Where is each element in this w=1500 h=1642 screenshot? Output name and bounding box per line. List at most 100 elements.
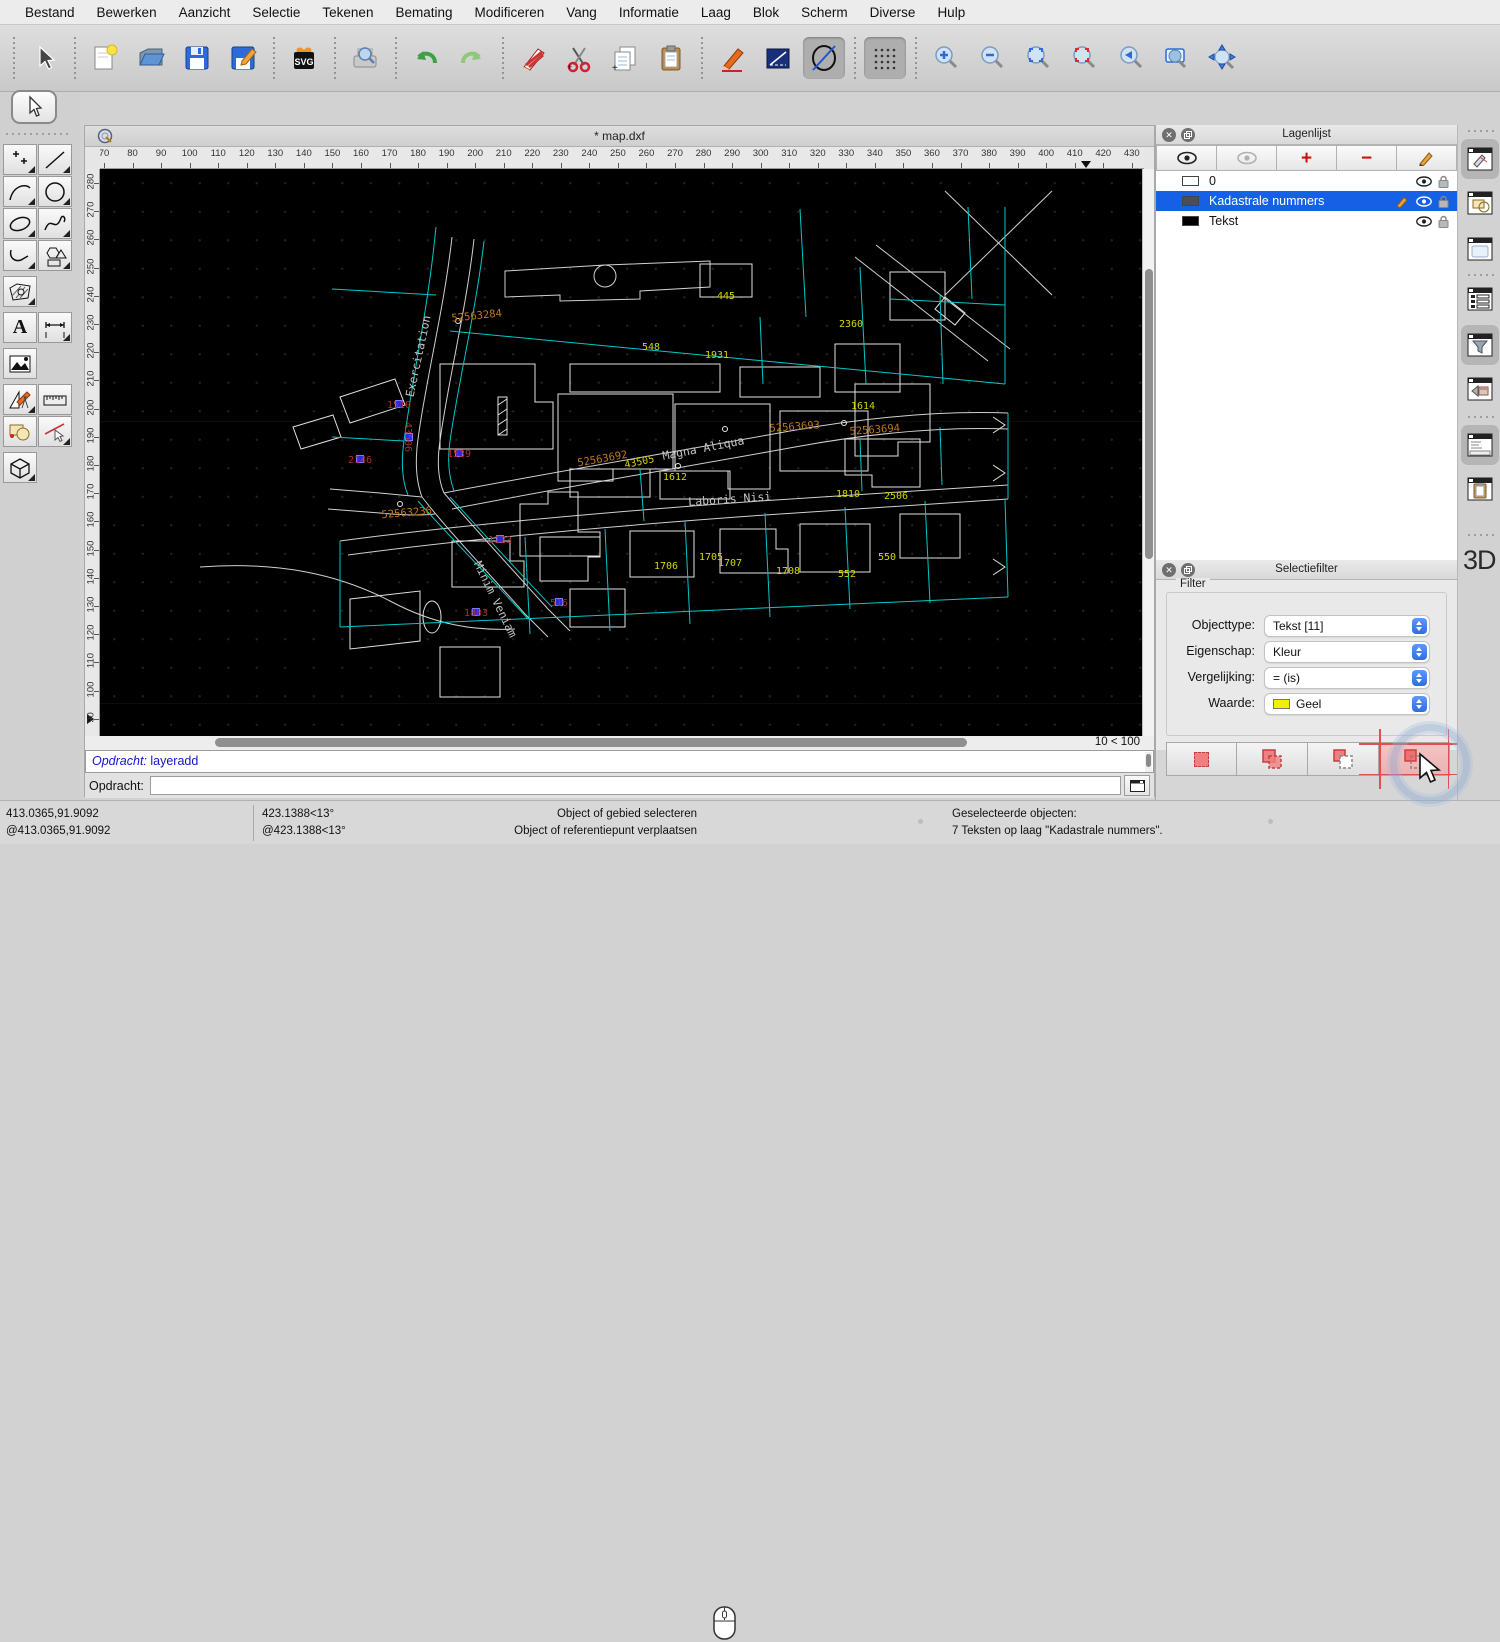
zoom-selection-button[interactable]: [1063, 37, 1105, 79]
zoom-window-button[interactable]: [1155, 37, 1197, 79]
solid-3d-tool-button[interactable]: [3, 452, 37, 483]
filter-dropdown[interactable]: Kleur: [1264, 641, 1430, 663]
command-window-toggle-button[interactable]: [1124, 775, 1150, 796]
scrollbar-thumb[interactable]: [215, 738, 967, 747]
cut-button[interactable]: +: [558, 37, 600, 79]
add-to-selection-button[interactable]: [1237, 742, 1308, 776]
layer-lock-icon[interactable]: [1438, 195, 1449, 208]
3d-panel-toggle[interactable]: 3D: [1463, 545, 1496, 576]
dimension-tool-button[interactable]: [38, 312, 72, 343]
hide-all-layers-button[interactable]: [1217, 145, 1277, 171]
add-layer-button[interactable]: +: [1277, 145, 1337, 171]
history-scrollbar[interactable]: [1145, 752, 1152, 772]
draw-pencil-button[interactable]: [711, 37, 753, 79]
paste-button[interactable]: [650, 37, 692, 79]
canvas-horizontal-scrollbar[interactable]: [85, 736, 1154, 750]
menu-item-tekenen[interactable]: Tekenen: [311, 0, 384, 25]
shape-tool-button[interactable]: [38, 240, 72, 271]
edit-layer-button[interactable]: [1397, 145, 1457, 171]
block-list-toggle[interactable]: [1464, 187, 1496, 219]
list-view-toggle[interactable]: [1464, 283, 1496, 315]
selection-filter-toggle[interactable]: [1461, 325, 1499, 365]
menu-item-modificeren[interactable]: Modificeren: [464, 0, 556, 25]
layer-visibility-icon[interactable]: [1416, 176, 1432, 187]
layer-lock-icon[interactable]: [1438, 175, 1449, 188]
pan-button[interactable]: [1201, 37, 1243, 79]
spline-tool-button[interactable]: [38, 208, 72, 239]
menu-item-bemating[interactable]: Bemating: [384, 0, 463, 25]
drawing-canvas[interactable]: 4452360548193116144350516121810250617051…: [100, 169, 1144, 736]
select-all-matching-button[interactable]: [1166, 742, 1237, 776]
hatch-tool-button[interactable]: [3, 276, 37, 307]
filter-dropdown[interactable]: Tekst [11]: [1264, 615, 1430, 637]
view-toggle[interactable]: [1464, 373, 1496, 405]
ellipse-tool-button[interactable]: [3, 208, 37, 239]
h-ruler-label: 120: [239, 148, 255, 159]
info-tool-button[interactable]: [3, 416, 37, 447]
menu-item-informatie[interactable]: Informatie: [608, 0, 690, 25]
menu-item-bewerken[interactable]: Bewerken: [86, 0, 168, 25]
open-file-button[interactable]: [130, 37, 172, 79]
menu-item-aanzicht[interactable]: Aanzicht: [168, 0, 242, 25]
print-preview-button[interactable]: [344, 37, 386, 79]
command-input[interactable]: [150, 776, 1121, 795]
menu-item-hulp[interactable]: Hulp: [926, 0, 976, 25]
circle-tool-button[interactable]: [38, 176, 72, 207]
command-line-toggle[interactable]: [1461, 425, 1499, 465]
remove-from-selection-button[interactable]: [1308, 742, 1379, 776]
layer-row[interactable]: 0: [1156, 171, 1457, 191]
image-tool-button[interactable]: [3, 348, 37, 379]
zoom-previous-button[interactable]: [1109, 37, 1151, 79]
copy-button[interactable]: +: [604, 37, 646, 79]
pointer-tool-button[interactable]: [23, 37, 65, 79]
svg-export-button[interactable]: SVG: [283, 37, 325, 79]
palette-drag-handle[interactable]: [4, 132, 70, 138]
measure-tool-button[interactable]: [38, 384, 72, 415]
menu-item-laag[interactable]: Laag: [690, 0, 742, 25]
remove-layer-button[interactable]: −: [1337, 145, 1397, 171]
layer-visibility-icon[interactable]: [1416, 216, 1432, 227]
modify-tool-button[interactable]: [3, 384, 37, 415]
point-tool-button[interactable]: [3, 144, 37, 175]
arc-tool-button[interactable]: [3, 176, 37, 207]
clipboard-panel-toggle[interactable]: [1464, 473, 1496, 505]
zoom-auto-button[interactable]: [1017, 37, 1059, 79]
grid-toggle-button[interactable]: [864, 37, 906, 79]
undo-button[interactable]: [405, 37, 447, 79]
filter-dropdown[interactable]: Geel: [1264, 693, 1430, 715]
property-editor-toggle[interactable]: [1461, 139, 1499, 179]
zoom-out-button[interactable]: [971, 37, 1013, 79]
text-tool-button[interactable]: A: [3, 312, 37, 343]
menu-item-diverse[interactable]: Diverse: [859, 0, 927, 25]
scrollbar-thumb[interactable]: [1146, 754, 1151, 767]
line-tool-palette-button[interactable]: [38, 144, 72, 175]
scrollbar-thumb[interactable]: [1145, 269, 1153, 559]
layer-visibility-icon[interactable]: [1416, 196, 1432, 207]
drawing-window-titlebar[interactable]: * map.dxf: [85, 126, 1154, 147]
menu-item-scherm[interactable]: Scherm: [790, 0, 859, 25]
canvas-vertical-scrollbar[interactable]: [1142, 169, 1154, 736]
selection-tool-button[interactable]: [11, 90, 57, 124]
save-as-button[interactable]: [222, 37, 264, 79]
menu-item-bestand[interactable]: Bestand: [14, 0, 86, 25]
break-tool-button[interactable]: [38, 416, 72, 447]
library-browser-toggle[interactable]: [1464, 233, 1496, 265]
filter-dropdown[interactable]: = (is): [1264, 667, 1430, 689]
redo-button[interactable]: [451, 37, 493, 79]
menu-item-vang[interactable]: Vang: [555, 0, 608, 25]
zoom-in-button[interactable]: [925, 37, 967, 79]
new-file-button[interactable]: [84, 37, 126, 79]
polyline-tool-button[interactable]: [3, 240, 37, 271]
eraser-button[interactable]: [512, 37, 554, 79]
layer-row[interactable]: Tekst: [1156, 211, 1457, 231]
layer-lock-icon[interactable]: [1438, 215, 1449, 228]
menu-item-selectie[interactable]: Selectie: [241, 0, 311, 25]
layer-edit-icon[interactable]: [1396, 195, 1410, 208]
isometric-circle-button[interactable]: [803, 37, 845, 79]
layer-row[interactable]: Kadastrale nummers: [1156, 191, 1457, 211]
show-all-layers-button[interactable]: [1156, 145, 1217, 171]
line-tool-button[interactable]: [757, 37, 799, 79]
save-button[interactable]: [176, 37, 218, 79]
strip-drag-handle[interactable]: [1466, 129, 1494, 134]
menu-item-blok[interactable]: Blok: [742, 0, 790, 25]
